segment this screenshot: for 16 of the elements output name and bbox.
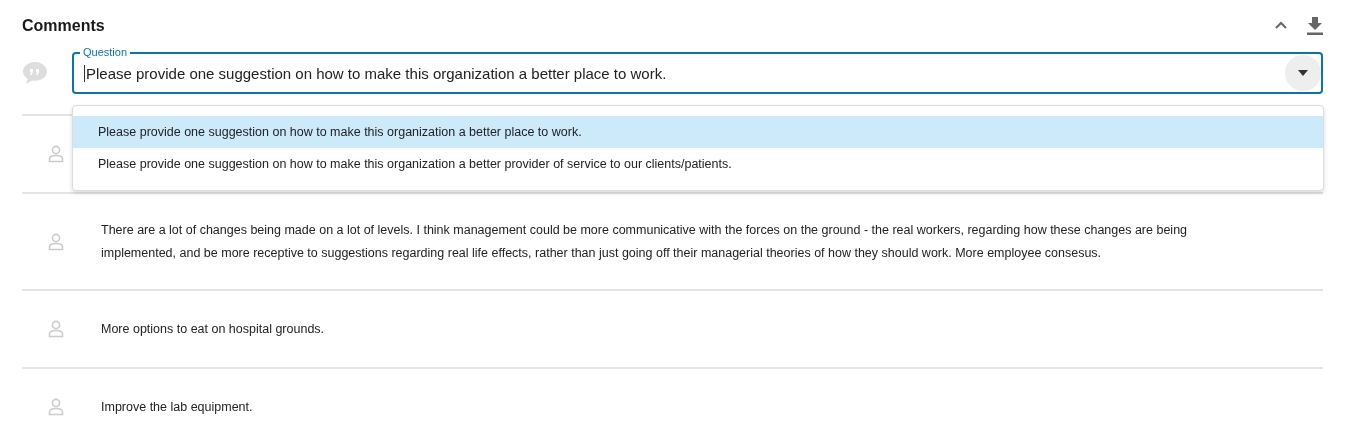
dropdown-option[interactable]: Please provide one suggestion on how to make this organization a better place to work.: [73, 116, 1323, 148]
person-icon: [48, 320, 64, 338]
field-label: Question: [80, 46, 131, 58]
download-icon[interactable]: [1307, 17, 1323, 35]
dropdown-option[interactable]: Please provide one suggestion on how to make this organization a better provider of service to our clients/patients.: [73, 148, 1323, 180]
person-icon: [48, 398, 64, 416]
comment-text: There are a lot of changes being made on a lot of levels. I think management could be more communicative with the forces on the ground - the real workers, regarding how these changes are being implemented, and be more receptive to suggestions regarding real life effects, rather than just going off their managerial theories of how they should work. More employee consesus.: [101, 221, 1189, 262]
caret-icon: [1298, 70, 1308, 76]
select-value: Please provide one suggestion on how to make this organization a better place to work.: [84, 64, 1285, 82]
section-title: Comments: [22, 17, 106, 35]
dropdown-button[interactable]: [1285, 55, 1321, 91]
comment-text: Improve the lab equipment.: [101, 398, 253, 416]
person-icon: [48, 145, 64, 163]
speech-bubble-icon: [22, 61, 48, 85]
comment-text: More options to eat on hospital grounds.: [101, 320, 325, 338]
person-icon: [48, 232, 64, 251]
